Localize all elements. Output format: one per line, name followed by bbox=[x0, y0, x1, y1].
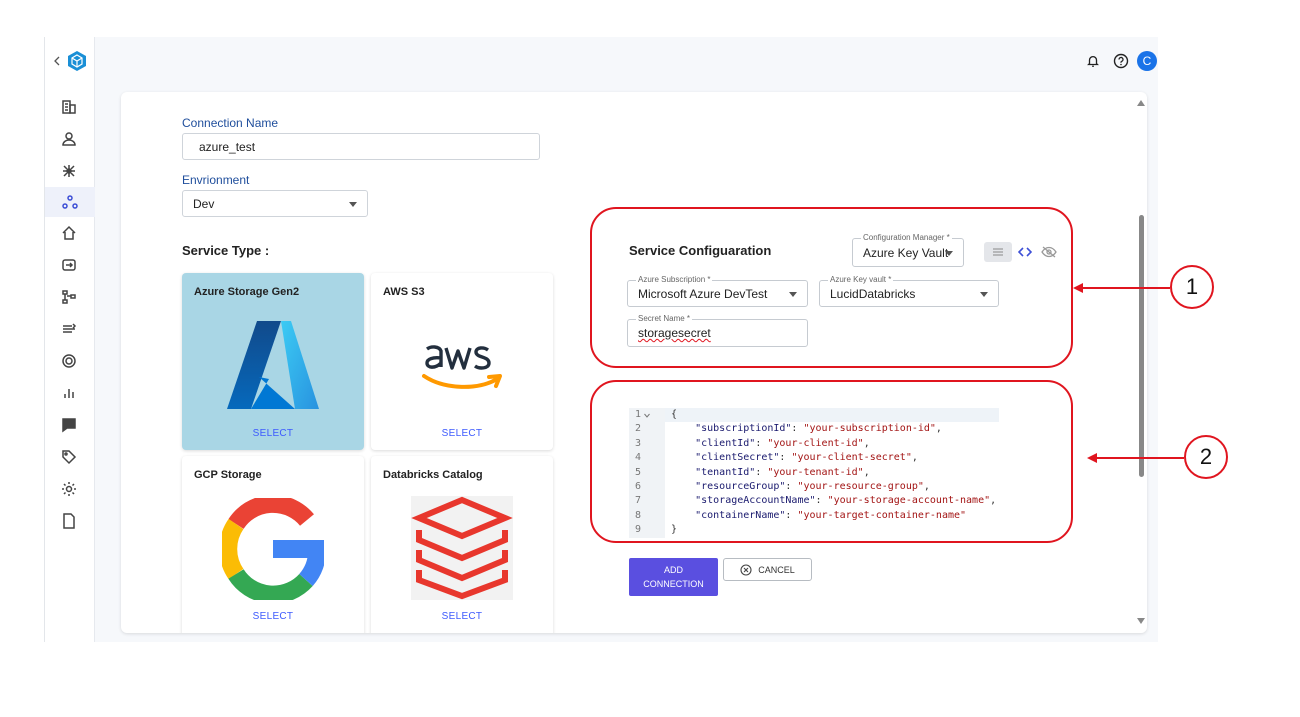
databricks-logo-icon bbox=[411, 496, 513, 600]
annotation-box-1 bbox=[590, 207, 1073, 368]
document-icon[interactable] bbox=[57, 509, 81, 533]
environment-value: Dev bbox=[193, 196, 215, 211]
environment-select[interactable]: Dev bbox=[182, 190, 368, 217]
service-tile-azure[interactable]: Azure Storage Gen2 SELECT bbox=[182, 273, 364, 450]
cancel-button[interactable]: CANCEL bbox=[723, 558, 812, 581]
connection-name-value: azure_test bbox=[199, 139, 256, 154]
callout-2: 2 bbox=[1184, 435, 1228, 479]
tile-title: Databricks Catalog bbox=[383, 469, 483, 481]
scroll-down-icon[interactable] bbox=[1137, 618, 1145, 624]
bar-chart-icon[interactable] bbox=[57, 381, 81, 405]
tag-icon[interactable] bbox=[57, 445, 81, 469]
user-icon[interactable] bbox=[57, 127, 81, 151]
home-icon[interactable] bbox=[57, 221, 81, 245]
service-tile-databricks[interactable]: Databricks Catalog SELECT bbox=[371, 456, 553, 633]
connection-name-input[interactable]: azure_test bbox=[182, 133, 540, 160]
annotation-box-2 bbox=[590, 380, 1073, 543]
select-button[interactable]: SELECT bbox=[371, 611, 553, 622]
help-icon[interactable] bbox=[1111, 51, 1131, 71]
transform-icon[interactable] bbox=[57, 253, 81, 277]
target-icon[interactable] bbox=[57, 349, 81, 373]
avatar[interactable]: C bbox=[1137, 51, 1157, 71]
service-type-heading: Service Type : bbox=[182, 243, 270, 258]
google-logo-icon bbox=[222, 498, 324, 600]
tile-title: Azure Storage Gen2 bbox=[194, 286, 300, 298]
environment-label: Envrionment bbox=[182, 173, 250, 187]
select-button[interactable]: SELECT bbox=[371, 428, 553, 439]
add-connection-button[interactable]: ADD CONNECTION bbox=[629, 558, 718, 596]
scrollbar-thumb[interactable] bbox=[1139, 215, 1144, 477]
annotation-arrow-2 bbox=[1096, 457, 1184, 459]
bell-icon[interactable] bbox=[1083, 51, 1103, 71]
network-icon[interactable] bbox=[57, 159, 81, 183]
message-icon[interactable] bbox=[57, 413, 81, 437]
close-circle-icon bbox=[740, 563, 752, 576]
azure-logo-icon bbox=[227, 321, 319, 409]
settings-icon[interactable] bbox=[57, 477, 81, 501]
app-logo[interactable] bbox=[53, 49, 89, 73]
service-tile-gcp[interactable]: GCP Storage SELECT bbox=[182, 456, 364, 633]
aws-logo-icon bbox=[422, 345, 502, 389]
select-button[interactable]: SELECT bbox=[182, 428, 364, 439]
service-tile-aws[interactable]: AWS S3 SELECT bbox=[371, 273, 553, 450]
connection-name-label: Connection Name bbox=[182, 116, 279, 130]
flow-icon[interactable] bbox=[57, 317, 81, 341]
scroll-up-icon[interactable] bbox=[1137, 100, 1145, 106]
scrollbar[interactable] bbox=[1137, 100, 1145, 625]
building-icon[interactable] bbox=[57, 95, 81, 119]
sidebar bbox=[45, 37, 95, 642]
connections-icon[interactable] bbox=[45, 187, 95, 217]
chevron-down-icon bbox=[349, 201, 357, 207]
annotation-arrow-1 bbox=[1082, 287, 1170, 289]
select-button[interactable]: SELECT bbox=[182, 611, 364, 622]
cancel-label: CANCEL bbox=[758, 564, 795, 575]
tile-title: AWS S3 bbox=[383, 286, 425, 298]
tile-title: GCP Storage bbox=[194, 469, 262, 481]
pipeline-icon[interactable] bbox=[57, 285, 81, 309]
callout-1: 1 bbox=[1170, 265, 1214, 309]
